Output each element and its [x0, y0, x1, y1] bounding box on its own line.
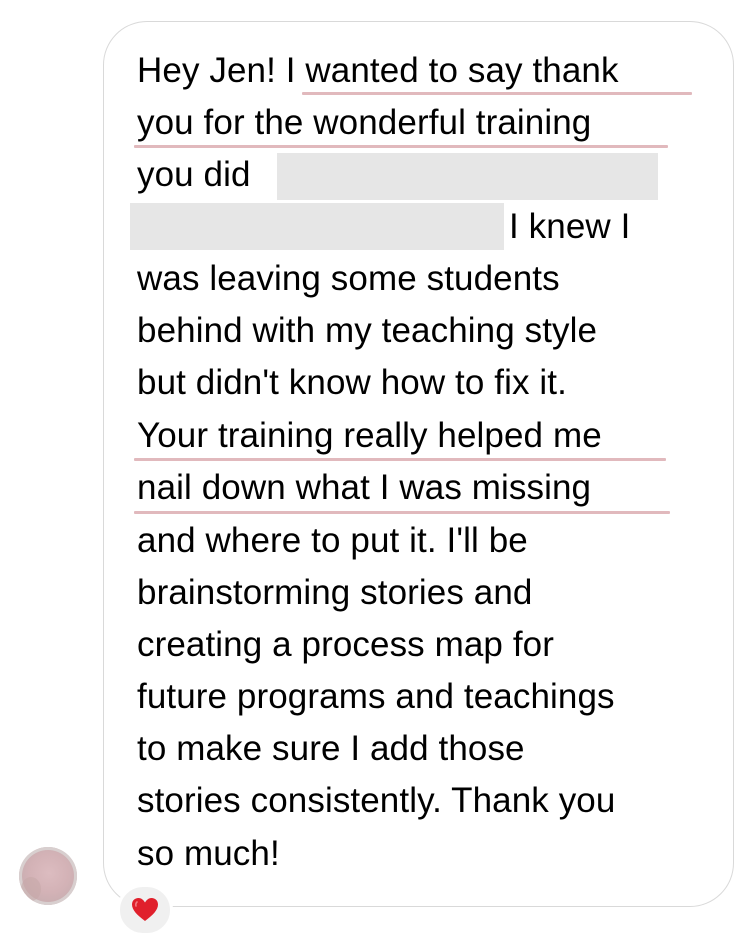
message-line: you for the wonderful training: [137, 103, 592, 142]
message-line: future programs and teachings: [137, 677, 615, 716]
message-line: was leaving some students: [137, 259, 560, 298]
reaction-badge[interactable]: [117, 884, 173, 936]
message-line: I knew I: [509, 207, 631, 246]
message-line: nail down what I was missing: [137, 468, 592, 507]
message-line: Your training really helped me: [137, 416, 602, 455]
message-line: to make sure I add those: [137, 729, 525, 768]
sender-avatar[interactable]: [19, 847, 77, 905]
redacted-text-block: [277, 153, 658, 200]
message-line: and where to put it. I'll be: [137, 521, 528, 560]
message-line: brainstorming stories and: [137, 573, 533, 612]
message-line: but didn't know how to fix it.: [137, 363, 567, 402]
message-line: Hey Jen! I wanted to say thank: [137, 51, 619, 90]
message-line: behind with my teaching style: [137, 311, 598, 350]
message-line: you did: [137, 155, 251, 194]
message-line: stories consistently. Thank you: [137, 781, 616, 820]
message-line: creating a process map for: [137, 625, 554, 664]
redacted-text-block: [130, 203, 504, 250]
avatar-shade: [21, 877, 41, 901]
heart-icon: [131, 897, 159, 923]
message-line: so much!: [137, 834, 280, 873]
